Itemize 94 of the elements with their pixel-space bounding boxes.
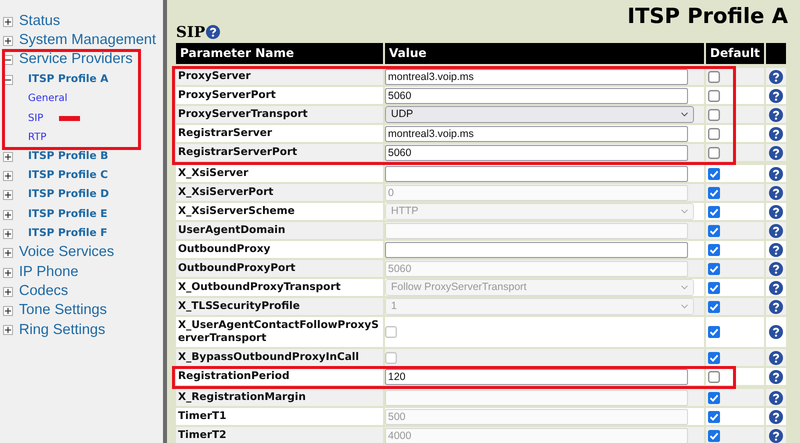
help-icon[interactable] bbox=[769, 350, 783, 364]
input-field[interactable]: 120 bbox=[385, 368, 688, 384]
parameter-name: X_XsiServer bbox=[176, 165, 383, 182]
help-icon[interactable] bbox=[769, 262, 783, 276]
menu-item[interactable]: Tone Settings bbox=[19, 300, 107, 322]
column-header: Value bbox=[385, 43, 704, 64]
profile-item[interactable]: ITSP Profile E bbox=[28, 206, 108, 222]
expand-icon[interactable] bbox=[3, 171, 13, 182]
profile-item[interactable]: ITSP Profile C bbox=[28, 168, 108, 184]
menu-item[interactable]: IP Phone bbox=[19, 262, 78, 284]
expand-icon[interactable] bbox=[3, 36, 13, 46]
help-icon[interactable] bbox=[769, 126, 783, 140]
checkbox[interactable] bbox=[708, 128, 720, 140]
menu-item[interactable]: Codecs bbox=[19, 280, 68, 303]
submenu-link[interactable]: General bbox=[28, 91, 68, 106]
checkbox[interactable] bbox=[708, 168, 720, 180]
checkbox[interactable] bbox=[708, 90, 720, 102]
input-field[interactable]: montreal3.voip.ms bbox=[385, 126, 688, 142]
parameter-name: ProxyServer bbox=[176, 68, 383, 85]
menu-item[interactable]: Voice Services bbox=[19, 242, 114, 264]
page-title: ITSP Profile A bbox=[627, 4, 788, 28]
help-icon[interactable] bbox=[769, 428, 783, 442]
checkbox[interactable] bbox=[708, 70, 720, 82]
parameter-name: X_RegistrationMargin bbox=[176, 389, 383, 406]
parameter-name: X_OutboundProxyTransport bbox=[176, 279, 383, 296]
parameter-name: TimerT1 bbox=[176, 408, 383, 425]
menu-item[interactable]: Ring Settings bbox=[19, 320, 106, 342]
input-field[interactable] bbox=[385, 242, 688, 258]
help-icon[interactable] bbox=[769, 186, 783, 200]
section-title: SIP bbox=[176, 24, 206, 40]
help-icon[interactable] bbox=[769, 224, 783, 238]
help-icon[interactable] bbox=[769, 280, 783, 294]
checkbox[interactable] bbox=[708, 370, 720, 382]
profile-item[interactable]: ITSP Profile A bbox=[28, 72, 108, 88]
profile-item[interactable]: ITSP Profile D bbox=[28, 187, 109, 204]
menu-item[interactable]: Status bbox=[19, 10, 60, 33]
parameter-name: RegistrarServerPort bbox=[176, 144, 383, 161]
parameter-name: OutboundProxyPort bbox=[176, 260, 383, 277]
submenu-link[interactable]: SIP bbox=[28, 110, 44, 126]
help-icon[interactable] bbox=[769, 390, 783, 404]
parameter-name: UserAgentDomain bbox=[176, 222, 383, 239]
help-icon[interactable] bbox=[769, 88, 783, 102]
help-icon[interactable] bbox=[206, 25, 220, 39]
help-icon[interactable] bbox=[769, 370, 783, 384]
expand-icon[interactable] bbox=[3, 306, 13, 316]
dropdown[interactable]: UDP bbox=[385, 106, 694, 123]
input-field[interactable]: montreal3.voip.ms bbox=[385, 68, 688, 84]
checkbox[interactable] bbox=[708, 108, 720, 120]
checkbox[interactable] bbox=[708, 244, 720, 256]
expand-icon[interactable] bbox=[3, 228, 13, 239]
caret-icon bbox=[681, 112, 688, 117]
parameter-name: ProxyServerTransport bbox=[176, 106, 383, 123]
menu-item[interactable]: System Management bbox=[19, 30, 156, 52]
column-header: Default bbox=[706, 43, 764, 64]
parameter-name: X_BypassOutboundProxyInCall bbox=[176, 349, 383, 366]
menu-item[interactable]: Service Providers bbox=[19, 49, 133, 72]
help-icon[interactable] bbox=[769, 108, 783, 122]
column-header: Parameter Name bbox=[176, 43, 383, 64]
help-icon[interactable] bbox=[769, 410, 783, 424]
submenu-link[interactable]: RTP bbox=[28, 130, 46, 145]
help-icon[interactable] bbox=[769, 300, 783, 314]
expand-icon[interactable] bbox=[3, 286, 13, 297]
help-icon[interactable] bbox=[769, 70, 783, 84]
checkbox[interactable] bbox=[708, 146, 720, 158]
caret-icon bbox=[681, 209, 688, 214]
help-icon[interactable] bbox=[769, 166, 783, 180]
expand-icon[interactable] bbox=[3, 152, 13, 162]
profile-item[interactable]: ITSP Profile F bbox=[28, 226, 108, 242]
parameter-name: TimerT2 bbox=[176, 427, 383, 443]
parameter-name: X_TLSSecurityProfile bbox=[176, 298, 383, 315]
expand-icon[interactable] bbox=[3, 248, 13, 258]
expand-icon[interactable] bbox=[3, 325, 13, 336]
caret-icon bbox=[681, 304, 688, 309]
parameter-name: X_XsiServerScheme bbox=[176, 203, 383, 220]
parameter-name: ProxyServerPort bbox=[176, 87, 383, 104]
parameter-name: OutboundProxy bbox=[176, 241, 383, 258]
expand-icon[interactable] bbox=[3, 210, 13, 220]
caret-icon bbox=[681, 285, 688, 290]
parameter-name: RegistrationPeriod bbox=[176, 368, 383, 385]
expand-icon[interactable] bbox=[3, 190, 13, 200]
expand-icon[interactable] bbox=[3, 268, 13, 278]
expand-icon[interactable] bbox=[3, 16, 13, 27]
column-header bbox=[766, 43, 786, 64]
help-icon[interactable] bbox=[769, 242, 783, 256]
help-icon[interactable] bbox=[769, 146, 783, 160]
parameter-name: X_UserAgentContactFollowProxyServerTransport bbox=[176, 317, 383, 347]
parameter-name: RegistrarServer bbox=[176, 125, 383, 142]
input-field[interactable] bbox=[385, 166, 688, 182]
help-icon[interactable] bbox=[769, 204, 783, 218]
input-field[interactable]: 5060 bbox=[385, 88, 688, 104]
help-icon[interactable] bbox=[769, 325, 783, 339]
input-field[interactable]: 5060 bbox=[385, 144, 688, 160]
profile-item[interactable]: ITSP Profile B bbox=[28, 148, 108, 165]
parameter-name: X_XsiServerPort bbox=[176, 184, 383, 201]
